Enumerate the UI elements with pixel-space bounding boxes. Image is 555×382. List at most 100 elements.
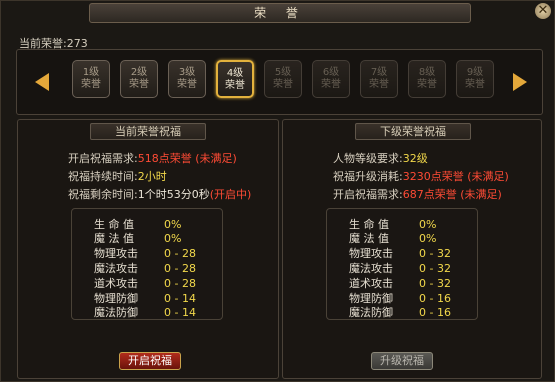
honor-level-9[interactable]: 9级 荣誉	[456, 60, 494, 98]
next-blessing-title: 下级荣誉祝福	[355, 123, 471, 140]
honor-level-7[interactable]: 7级 荣誉	[360, 60, 398, 98]
open-requirement-value: 687点荣誉 (未满足)	[402, 188, 502, 201]
stat-row: 物理攻击 0 - 28	[94, 246, 196, 261]
honor-level-label: 荣誉	[465, 79, 485, 90]
duration-label: 祝福持续时间:	[68, 170, 138, 183]
stat-value: 0 - 16	[419, 292, 451, 305]
arrow-left-icon[interactable]	[35, 73, 49, 91]
requirement-label: 开启祝福需求:	[68, 152, 138, 165]
upgrade-cost-label: 祝福升级消耗:	[333, 170, 403, 183]
current-blessing-title: 当前荣誉祝福	[90, 123, 206, 140]
honor-level-label: 荣誉	[321, 79, 341, 90]
honor-level-number: 8级	[418, 67, 436, 78]
honor-level-label: 荣誉	[369, 79, 389, 90]
next-stats-box: 生 命 值 0% 魔 法 值 0% 物理攻击 0 - 32 魔法攻击 0 - 32 道术…	[326, 208, 478, 320]
stat-row: 魔 法 值 0%	[94, 231, 181, 246]
honor-level-label: 荣誉	[273, 79, 293, 90]
stat-value: 0 - 28	[164, 262, 196, 275]
stat-row: 魔法防御 0 - 14	[94, 305, 196, 320]
upgrade-cost-row: 祝福升级消耗:3230点荣誉 (未满足)	[333, 168, 509, 186]
open-requirement-row: 开启祝福需求:687点荣誉 (未满足)	[333, 186, 509, 204]
stat-label: 道术攻击	[94, 277, 138, 290]
honor-level-3[interactable]: 3级 荣誉	[168, 60, 206, 98]
stat-label: 魔 法 值	[94, 232, 134, 245]
stat-row: 物理防御 0 - 16	[349, 291, 451, 306]
honor-level-number: 2级	[130, 67, 148, 78]
stat-value: 0 - 14	[164, 306, 196, 319]
honor-level-4[interactable]: 4级 荣誉	[216, 60, 254, 98]
stat-label: 物理攻击	[349, 247, 393, 260]
stat-value: 0%	[419, 218, 437, 231]
upgrade-cost-value: 3230点荣誉 (未满足)	[402, 170, 509, 183]
stat-label: 生 命 值	[349, 218, 389, 231]
requirement-value: 518点荣誉 (未满足)	[137, 152, 237, 165]
stat-row: 魔法攻击 0 - 32	[349, 261, 451, 276]
duration-value: 2小时	[137, 170, 167, 183]
current-blessing-info: 开启祝福需求:518点荣誉 (未满足) 祝福持续时间:2小时 祝福剩余时间:1个…	[68, 150, 251, 204]
honor-level-number: 6级	[322, 67, 340, 78]
honor-level-2[interactable]: 2级 荣誉	[120, 60, 158, 98]
stat-row: 魔 法 值 0%	[349, 231, 436, 246]
requirement-row: 开启祝福需求:518点荣誉 (未满足)	[68, 150, 251, 168]
stat-label: 魔法防御	[94, 306, 138, 319]
stat-value: 0 - 32	[419, 247, 451, 260]
honor-level-number: 7级	[370, 67, 388, 78]
honor-level-label: 荣誉	[129, 79, 149, 90]
stat-label: 魔法攻击	[94, 262, 138, 275]
stat-value: 0 - 16	[419, 306, 451, 319]
honor-level-label: 荣誉	[225, 80, 245, 91]
remaining-status: (开启中)	[209, 188, 252, 201]
remaining-value: 1个时53分0秒	[137, 188, 210, 201]
level-requirement-row: 人物等级要求:32级	[333, 150, 509, 168]
stat-value: 0 - 28	[164, 247, 196, 260]
stat-label: 物理攻击	[94, 247, 138, 260]
next-blessing-info: 人物等级要求:32级 祝福升级消耗:3230点荣誉 (未满足) 开启祝福需求:6…	[333, 150, 509, 204]
stat-row: 生 命 值 0%	[349, 217, 436, 232]
stat-value: 0%	[419, 232, 437, 245]
stat-row: 魔法攻击 0 - 28	[94, 261, 196, 276]
honor-level-number: 4级	[226, 68, 244, 79]
open-requirement-label: 开启祝福需求:	[333, 188, 403, 201]
honor-level-label: 荣誉	[81, 79, 101, 90]
stat-value: 0 - 28	[164, 277, 196, 290]
stat-row: 道术攻击 0 - 32	[349, 276, 451, 291]
stat-row: 魔法防御 0 - 16	[349, 305, 451, 320]
remaining-label: 祝福剩余时间:	[68, 188, 138, 201]
stat-label: 物理防御	[349, 292, 393, 305]
honor-level-strip: 1级 荣誉 2级 荣誉 3级 荣誉 4级 荣誉 5级 荣誉 6级 荣誉 7级 荣…	[16, 49, 543, 115]
honor-level-number: 9级	[466, 67, 484, 78]
honor-level-1[interactable]: 1级 荣誉	[72, 60, 110, 98]
open-blessing-button[interactable]: 开启祝福	[119, 352, 181, 370]
stat-row: 道术攻击 0 - 28	[94, 276, 196, 291]
honor-level-number: 3级	[178, 67, 196, 78]
duration-row: 祝福持续时间:2小时	[68, 168, 251, 186]
honor-level-5[interactable]: 5级 荣誉	[264, 60, 302, 98]
stat-row: 物理攻击 0 - 32	[349, 246, 451, 261]
stat-label: 魔法攻击	[349, 262, 393, 275]
stat-label: 物理防御	[94, 292, 138, 305]
honor-level-number: 5级	[274, 67, 292, 78]
honor-level-label: 荣誉	[177, 79, 197, 90]
level-requirement-label: 人物等级要求:	[333, 152, 403, 165]
window-title: 荣 誉	[89, 3, 471, 23]
stat-label: 道术攻击	[349, 277, 393, 290]
arrow-right-icon[interactable]	[513, 73, 527, 91]
stat-value: 0 - 32	[419, 262, 451, 275]
stat-label: 魔法防御	[349, 306, 393, 319]
honor-level-number: 1级	[82, 67, 100, 78]
stat-row: 生 命 值 0%	[94, 217, 181, 232]
stat-value: 0%	[164, 232, 182, 245]
remaining-row: 祝福剩余时间:1个时53分0秒(开启中)	[68, 186, 251, 204]
current-blessing-panel: 当前荣誉祝福 开启祝福需求:518点荣誉 (未满足) 祝福持续时间:2小时 祝福…	[17, 119, 279, 379]
close-icon[interactable]: ✕	[535, 3, 551, 19]
honor-level-label: 荣誉	[417, 79, 437, 90]
stat-row: 物理防御 0 - 14	[94, 291, 196, 306]
honor-level-8[interactable]: 8级 荣誉	[408, 60, 446, 98]
honor-level-6[interactable]: 6级 荣誉	[312, 60, 350, 98]
stat-value: 0 - 32	[419, 277, 451, 290]
stat-label: 生 命 值	[94, 218, 134, 231]
stat-label: 魔 法 值	[349, 232, 389, 245]
upgrade-blessing-button[interactable]: 升级祝福	[371, 352, 433, 370]
current-stats-box: 生 命 值 0% 魔 法 值 0% 物理攻击 0 - 28 魔法攻击 0 - 28 道术…	[71, 208, 223, 320]
level-requirement-value: 32级	[402, 152, 428, 165]
